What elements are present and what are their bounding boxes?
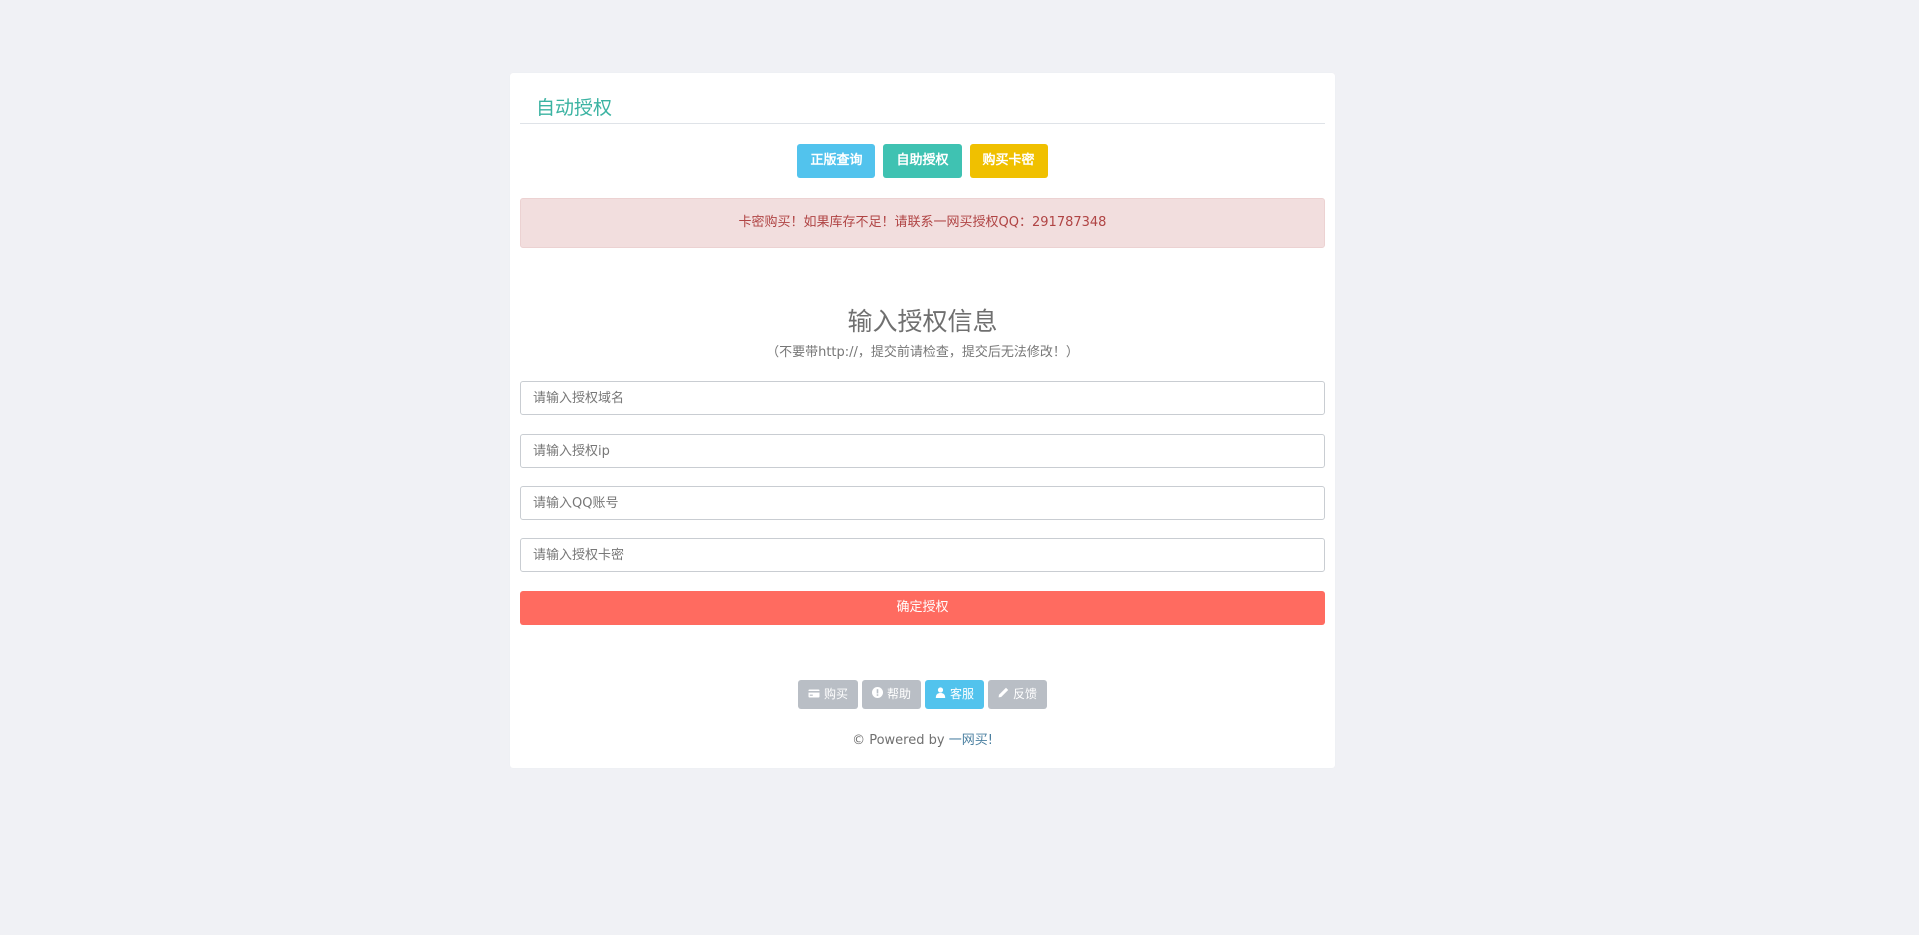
form-title: 输入授权信息 bbox=[847, 307, 998, 336]
card-key-input[interactable] bbox=[521, 539, 1324, 571]
card-key-field bbox=[520, 538, 1325, 572]
footer-service-label: 客服 bbox=[950, 687, 975, 701]
ip-input[interactable] bbox=[521, 435, 1324, 467]
domain-field bbox=[520, 381, 1325, 415]
stock-alert: 卡密购买！如果库存不足！请联系一网买授权QQ：291787348 bbox=[520, 198, 1325, 248]
qq-field bbox=[520, 486, 1325, 520]
footer-feedback-label: 反馈 bbox=[1013, 687, 1038, 701]
powered-brand-link[interactable]: 一网买! bbox=[949, 733, 993, 748]
confirm-authorize-button[interactable]: 确定授权 bbox=[520, 591, 1325, 625]
ip-field bbox=[520, 434, 1325, 468]
footer-service-button[interactable]: 客服 bbox=[925, 680, 985, 709]
powered-prefix: © Powered by bbox=[852, 733, 949, 748]
footer-help-label: 帮助 bbox=[886, 687, 911, 701]
exclamation-circle-icon bbox=[871, 680, 883, 709]
form-subtitle: （不要带http://，提交前请检查，提交后无法修改！） bbox=[766, 345, 1079, 360]
footer-buy-label: 购买 bbox=[823, 687, 848, 701]
footer-button-group: 购买 帮助 客服 反馈 bbox=[510, 680, 1335, 709]
genuine-query-button[interactable]: 正版查询 bbox=[797, 144, 876, 178]
powered-by: © Powered by 一网买! bbox=[510, 729, 1335, 748]
card-header: 自动授权 bbox=[520, 93, 1325, 124]
qq-input[interactable] bbox=[521, 487, 1324, 519]
buy-card-key-button[interactable]: 购买卡密 bbox=[969, 144, 1048, 178]
user-icon bbox=[935, 680, 946, 709]
top-button-group: 正版查询 自助授权 购买卡密 bbox=[510, 144, 1335, 178]
footer-feedback-button[interactable]: 反馈 bbox=[988, 680, 1048, 709]
pencil-icon bbox=[998, 680, 1009, 709]
domain-input[interactable] bbox=[521, 382, 1324, 414]
self-authorize-button[interactable]: 自助授权 bbox=[883, 144, 962, 178]
credit-card-icon bbox=[808, 680, 820, 709]
auth-card: 自动授权 正版查询 自助授权 购买卡密 卡密购买！如果库存不足！请联系一网买授权… bbox=[510, 73, 1335, 768]
footer-help-button[interactable]: 帮助 bbox=[861, 680, 921, 709]
card-title: 自动授权 bbox=[536, 97, 613, 119]
footer-buy-button[interactable]: 购买 bbox=[797, 680, 858, 709]
